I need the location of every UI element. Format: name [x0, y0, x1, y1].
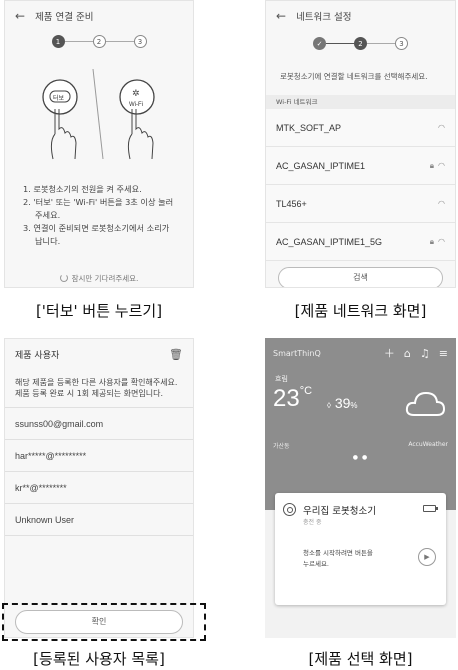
- caption-users: [등록된 사용자 목록]: [33, 650, 165, 668]
- wifi-signal-icon: ◠: [438, 123, 445, 132]
- instruction-list: 1. 로봇청소기의 전원을 켜 주세요. 2. '터보' 또는 'Wi-Fi' …: [23, 183, 179, 248]
- wifi-signal-icon: ◠: [438, 161, 445, 170]
- description-line-2: 제품 등록 완료 시 1회 제공되는 화면입니다.: [15, 389, 164, 398]
- menu-icon[interactable]: ≡: [439, 347, 448, 360]
- spinner-icon: [59, 274, 68, 282]
- step-indicator: ✓ 2 3: [266, 37, 455, 50]
- step-1: 1: [51, 35, 65, 48]
- bell-icon[interactable]: ♫: [420, 347, 430, 360]
- network-name: MTK_SOFT_AP: [276, 122, 342, 133]
- instruction-1: 1. 로봇청소기의 전원을 켜 주세요.: [23, 184, 142, 194]
- robot-vacuum-icon: [283, 503, 296, 516]
- trash-icon[interactable]: 🗑︎: [169, 348, 183, 361]
- humidity: ◊ 39%: [327, 395, 358, 411]
- description: 해당 제품을 등록한 다른 사용자를 확인해주세요. 제품 등록 완료 시 1회…: [15, 377, 183, 399]
- wifi-section-label: Wi-Fi 네트워크: [266, 95, 455, 109]
- cloud-icon: [405, 391, 446, 416]
- start-message: 청소를 시작하려면 버튼을 누르세요.: [303, 549, 373, 568]
- battery-icon: [423, 505, 438, 512]
- wifi-button-label: Wi-Fi: [129, 102, 143, 108]
- user-row: har*****@*********: [5, 440, 193, 472]
- play-icon[interactable]: ▶: [418, 548, 436, 566]
- network-name: TL456+: [276, 198, 307, 209]
- wifi-signal-icon: ◠: [438, 199, 445, 208]
- product-users-screen: 제품 사용자 🗑︎ 해당 제품을 등록한 다른 사용자를 확인해주세요. 제품 …: [4, 338, 194, 638]
- back-arrow-icon[interactable]: ←: [276, 9, 286, 23]
- search-button[interactable]: 검색: [278, 267, 443, 287]
- location: 가산동: [273, 443, 290, 450]
- network-row[interactable]: TL456+ ◠: [266, 185, 455, 223]
- caption-turbo: ['터보' 버튼 누르기]: [35, 302, 163, 320]
- app-title: SmartThinQ: [273, 348, 321, 358]
- step-2: 2: [354, 37, 367, 50]
- lock-icon: 🔒︎: [429, 160, 435, 170]
- device-card[interactable]: 우리집 로봇청소기 충전 중 청소를 시작하려면 버튼을 누르세요. ▶: [275, 493, 446, 605]
- header: ← 네트워크 설정: [266, 1, 455, 31]
- network-row[interactable]: MTK_SOFT_AP ◠: [266, 109, 455, 147]
- user-row: ssunss00@gmail.com: [5, 408, 193, 440]
- weather-provider: AccuWeather: [408, 441, 448, 448]
- network-name: AC_GASAN_IPTIME1: [276, 160, 366, 171]
- droplet-icon: ◊: [327, 401, 331, 410]
- network-row[interactable]: AC_GASAN_IPTIME1 🔒︎ ◠: [266, 147, 455, 185]
- instruction-text: 로봇청소기에 연결할 네트워크를 선택해주세요.: [280, 72, 428, 81]
- header: 제품 사용자 🗑︎: [5, 339, 193, 369]
- weather-header: SmartThinQ ＋ ⌂ ♫ ≡ 흐림 23°C ◊ 39% 가산동 Acc…: [265, 338, 456, 510]
- waiting-text: 잠시만 기다려주세요.: [71, 274, 139, 283]
- step-3: 3: [133, 35, 147, 48]
- user-row: Unknown User: [5, 504, 193, 536]
- page-dots: ● ●: [352, 454, 369, 461]
- product-connect-screen: ← 제품 연결 준비 1 2 3 터보 Wi-Fi ✲ 1. 로봇청소기의 전원…: [4, 0, 194, 288]
- highlight-box: [2, 603, 206, 641]
- page-title: 네트워크 설정: [296, 12, 352, 23]
- wifi-signal-icon: ◠: [438, 237, 445, 246]
- step-3: 3: [395, 37, 408, 50]
- lock-icon: 🔒︎: [429, 236, 435, 246]
- product-select-screen: SmartThinQ ＋ ⌂ ♫ ≡ 흐림 23°C ◊ 39% 가산동 Acc…: [265, 338, 456, 638]
- network-settings-screen: ← 네트워크 설정 ✓ 2 3 로봇청소기에 연결할 네트워크를 선택해주세요.…: [265, 0, 456, 288]
- back-arrow-icon[interactable]: ←: [15, 9, 25, 23]
- user-name: Unknown User: [15, 514, 75, 525]
- user-email: kr**@********: [15, 482, 67, 493]
- page-title: 제품 사용자: [15, 350, 60, 361]
- device-status: 충전 중: [303, 519, 322, 526]
- user-email: har*****@*********: [15, 450, 87, 461]
- header: ← 제품 연결 준비: [5, 1, 193, 31]
- add-icon[interactable]: ＋: [384, 345, 395, 361]
- weather-condition: 흐림: [275, 375, 288, 383]
- caption-network: [제품 네트워크 화면]: [294, 302, 427, 320]
- description-line-1: 해당 제품을 등록한 다른 사용자를 확인해주세요.: [15, 378, 178, 387]
- step-2: 2: [92, 35, 106, 48]
- device-name: 우리집 로봇청소기: [303, 506, 376, 517]
- page-title: 제품 연결 준비: [35, 12, 94, 23]
- waiting-indicator: 잠시만 기다려주세요.: [5, 273, 193, 284]
- network-name: AC_GASAN_IPTIME1_5G: [276, 236, 383, 247]
- step-1-complete-icon: ✓: [313, 37, 326, 50]
- temperature: 23°C: [273, 385, 313, 412]
- step-indicator: 1 2 3: [5, 35, 193, 48]
- button-press-illustration: [42, 68, 155, 160]
- network-row[interactable]: AC_GASAN_IPTIME1_5G 🔒︎ ◠: [266, 223, 455, 261]
- instruction-2: 2. '터보' 또는 'Wi-Fi' 버튼을 3초 이상 눌러 주세요.: [23, 197, 174, 220]
- user-email: ssunss00@gmail.com: [15, 418, 104, 429]
- turbo-button-label: 터보: [53, 95, 65, 102]
- wifi-symbol-icon: ✲: [132, 89, 140, 99]
- home-settings-icon[interactable]: ⌂: [404, 347, 411, 360]
- caption-select: [제품 선택 화면]: [308, 650, 413, 668]
- instruction-3: 3. 연결이 준비되면 로봇청소기에서 소리가 납니다.: [23, 223, 170, 246]
- app-bar: SmartThinQ ＋ ⌂ ♫ ≡: [273, 345, 448, 361]
- user-row: kr**@********: [5, 472, 193, 504]
